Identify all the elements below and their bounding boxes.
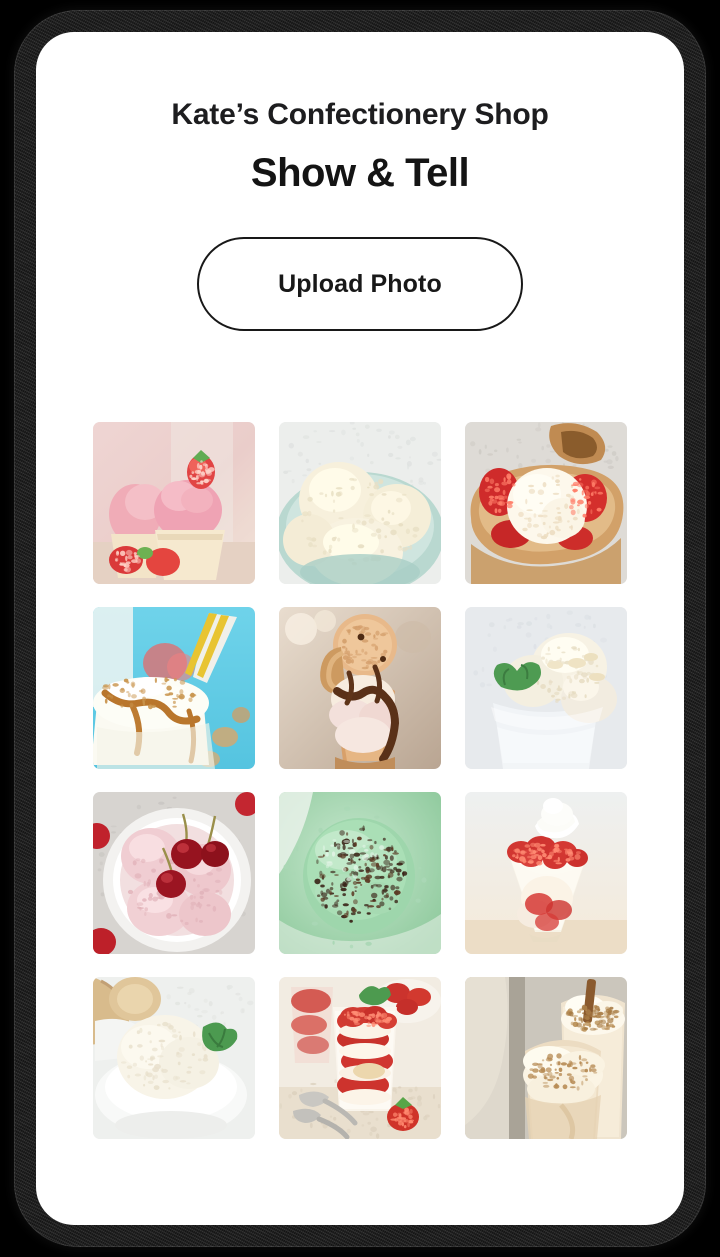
upload-button-container: Upload Photo (36, 237, 684, 331)
gallery-photo-caramel-nut-milkshake[interactable] (93, 607, 255, 769)
page-title: Show & Tell (250, 151, 470, 195)
photo-gallery-grid (93, 422, 627, 1139)
phone-device-frame: Kate’s Confectionery Shop Show & Tell Up… (0, 0, 720, 1257)
gallery-photo-strawberry-waffle-bowl[interactable] (465, 422, 627, 584)
gallery-photo-cherry-ice-cream-bowl[interactable] (93, 792, 255, 954)
gallery-photo-vanilla-almond-mint-glass[interactable] (465, 607, 627, 769)
phone-screen: Kate’s Confectionery Shop Show & Tell Up… (36, 32, 684, 1225)
gallery-photo-strawberry-parfait-glass[interactable] (465, 792, 627, 954)
gallery-photo-strawberry-cupcakes[interactable] (93, 422, 255, 584)
gallery-photo-mint-chocolate-chip-scoop[interactable] (279, 792, 441, 954)
brand-title: Kate’s Confectionery Shop (171, 98, 549, 131)
gallery-photo-coconut-ice-cream-bowl[interactable] (93, 977, 255, 1139)
gallery-photo-chocolate-sundae-cone[interactable] (279, 607, 441, 769)
upload-photo-button[interactable]: Upload Photo (197, 237, 523, 331)
gallery-photo-strawberry-trifle-glass[interactable] (279, 977, 441, 1139)
gallery-photo-cinnamon-horchata-shakes[interactable] (465, 977, 627, 1139)
page-header: Kate’s Confectionery Shop Show & Tell (36, 32, 684, 195)
gallery-photo-vanilla-scoops-mint-bowl[interactable] (279, 422, 441, 584)
